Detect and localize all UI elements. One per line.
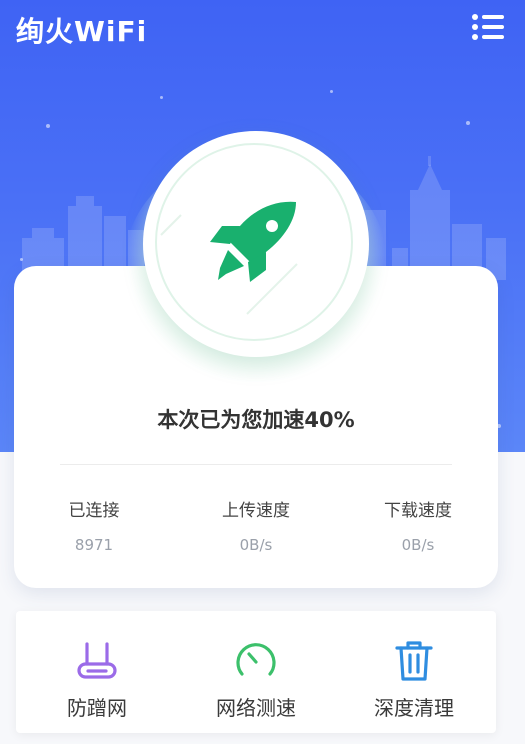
star-dot <box>46 124 50 128</box>
card-divider <box>60 464 452 465</box>
boost-status-text: 本次已为您加速40% <box>157 408 355 432</box>
stat-value: 8971 <box>74 536 114 554</box>
speedometer-icon <box>236 643 276 676</box>
stat-connected: 已连接 8971 <box>14 496 174 554</box>
feature-label: 网络测速 <box>216 696 296 720</box>
router-icon <box>77 642 117 679</box>
list-menu-icon <box>472 14 504 40</box>
feature-label: 深度清理 <box>374 696 454 720</box>
trash-icon <box>395 641 433 681</box>
stat-label: 已连接 <box>68 501 120 521</box>
stat-label: 下载速度 <box>384 501 452 521</box>
app-title: 绚火WiFi <box>16 15 148 48</box>
star-dot <box>160 96 163 99</box>
menu-button[interactable] <box>470 12 508 42</box>
stat-label: 上传速度 <box>222 501 290 521</box>
rocket-icon <box>210 201 296 282</box>
stat-value: 0B/s <box>239 536 273 554</box>
feature-speed-test-button[interactable]: 网络测速 <box>176 640 336 721</box>
feature-deep-clean-button[interactable]: 深度清理 <box>334 640 494 721</box>
stat-upload-speed: 上传速度 0B/s <box>176 496 336 554</box>
stat-download-speed: 下载速度 0B/s <box>338 496 498 554</box>
star-dot <box>466 121 470 125</box>
stat-value: 0B/s <box>401 536 435 554</box>
feature-anti-leech-button[interactable]: 防蹭网 <box>17 640 177 721</box>
star-dot <box>330 90 333 93</box>
feature-label: 防蹭网 <box>67 696 127 720</box>
